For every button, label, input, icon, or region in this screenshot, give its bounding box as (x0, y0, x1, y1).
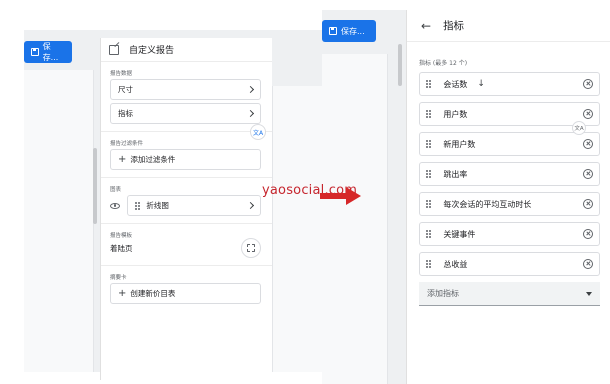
chevron-right-icon (246, 85, 255, 94)
remove-metric-icon[interactable] (583, 229, 593, 239)
metric-name: 总收益 (443, 259, 468, 269)
metric-list: 会话数 ↓ 用户数新用户数跳出率每次会话的平均互动时长 关键事件总收益 (407, 72, 610, 276)
chart-setting: 折线图 (110, 195, 261, 216)
section-label-report-data: 报告数据 (110, 71, 133, 77)
drag-handle-icon[interactable] (426, 80, 432, 88)
metric-item[interactable]: 新用户数 (419, 132, 600, 156)
add-filter-button[interactable]: + 添加过滤条件 (110, 149, 261, 170)
metric-name: 跳出率 (443, 169, 468, 179)
metric-item[interactable]: 关键事件 (419, 222, 600, 246)
landing-page-row: 着陆页 (110, 238, 261, 258)
section-label-filter: 报告过滤条件 (110, 141, 144, 147)
section-label-summary-card: 摘要卡 (110, 275, 127, 281)
remove-metric-icon[interactable] (583, 199, 593, 209)
panel-header: 自定义报告 (101, 38, 272, 62)
scrollbar[interactable] (398, 44, 402, 86)
swap-icon (247, 244, 255, 252)
panel-header: ← 指标 (407, 10, 610, 42)
create-card-button[interactable]: + 创建新价目表 (110, 283, 261, 304)
metric-item[interactable]: 每次会话的平均互动时长 (419, 192, 600, 216)
drag-handle-icon[interactable] (426, 230, 432, 238)
background-card (24, 70, 94, 372)
plus-icon: + (118, 287, 127, 299)
eye-icon[interactable] (110, 202, 120, 209)
panel-title: 自定义报告 (129, 46, 175, 56)
save-icon (329, 27, 337, 35)
metrics-limit-label: 指标 (最多 12 个) (419, 60, 468, 67)
metric-name: 会话数 (443, 79, 468, 89)
scrollbar[interactable] (93, 148, 97, 224)
chevron-right-icon (246, 201, 255, 210)
section-label-report-template: 报告模板 (110, 233, 133, 239)
customize-report-panel: 自定义报告 报告数据 尺寸 指标 报告过滤条件 +添加过滤条件 图表 折线图 (93, 38, 272, 380)
right-arrow-icon (320, 187, 361, 205)
translate-icon[interactable]: 文A (250, 124, 266, 140)
metric-name: 关键事件 (443, 229, 476, 239)
save-icon (31, 48, 39, 56)
remove-metric-icon[interactable] (583, 139, 593, 149)
panel-title: 指标 (443, 20, 465, 32)
metric-row[interactable]: 指标 (110, 103, 261, 124)
right-screenshot: 保存... ← 指标 指标 (最多 12 个) 会话数 ↓ 用户数新用户数跳出率每次… (322, 10, 610, 384)
drag-handle-icon[interactable] (426, 110, 432, 118)
plus-icon: + (118, 153, 127, 165)
drag-handle-icon[interactable] (135, 201, 141, 210)
edit-icon (109, 44, 119, 55)
dropdown-arrow-icon (586, 291, 592, 296)
remove-metric-icon[interactable] (583, 259, 593, 269)
section-label-chart: 图表 (110, 187, 122, 193)
metric-item[interactable]: 跳出率 (419, 162, 600, 186)
drag-handle-icon[interactable] (426, 200, 432, 208)
line-chart-row[interactable]: 折线图 (127, 195, 261, 216)
drag-handle-icon[interactable] (426, 260, 432, 268)
save-button[interactable]: 保存... (24, 41, 72, 63)
swap-template-button[interactable] (241, 238, 261, 258)
drag-handle-icon[interactable] (426, 170, 432, 178)
metric-item[interactable]: 总收益 (419, 252, 600, 276)
metric-name: 新用户数 (443, 139, 476, 149)
background-card (322, 54, 388, 384)
add-metric-dropdown[interactable]: 添加指标 (419, 282, 600, 306)
remove-metric-icon[interactable] (583, 79, 593, 89)
chevron-right-icon (246, 109, 255, 118)
save-button[interactable]: 保存... (322, 20, 376, 42)
metric-name: 每次会话的平均互动时长 (443, 199, 532, 209)
dimension-row[interactable]: 尺寸 (110, 79, 261, 100)
comparison-figure: 保存... 自定义报告 报告数据 尺寸 指标 报告过滤条件 + 添加过滤条件 图表 (0, 0, 610, 384)
drag-handle-icon[interactable] (426, 140, 432, 148)
back-arrow-icon[interactable]: ← (421, 19, 431, 33)
metrics-panel: ← 指标 指标 (最多 12 个) 会话数 ↓ 用户数新用户数跳出率每次会话的平均互… (406, 10, 610, 384)
translate-icon[interactable]: 文A (572, 121, 586, 135)
remove-metric-icon[interactable] (583, 169, 593, 179)
remove-metric-icon[interactable] (583, 109, 593, 119)
metric-name: 用户数 (443, 109, 468, 119)
sort-down-icon[interactable]: ↓ (477, 79, 485, 89)
metric-item[interactable]: 会话数 ↓ (419, 72, 600, 96)
